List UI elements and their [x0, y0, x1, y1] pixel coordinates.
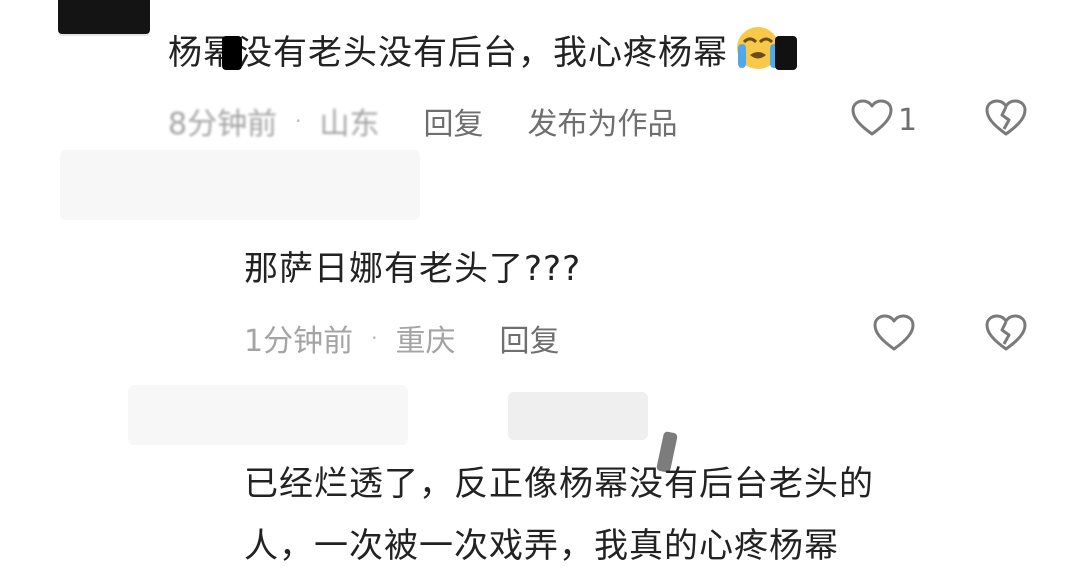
- redaction-mark: [222, 36, 242, 70]
- comment-text: 已经烂透了，反正像杨幂没有后台老头的: [244, 462, 874, 508]
- comment-time: 1分钟前: [244, 324, 354, 359]
- comment-3-line-2: 人，一次被一次戏弄，我真的心疼杨幂: [244, 526, 839, 566]
- publish-as-work-button[interactable]: 发布为作品: [527, 99, 677, 143]
- avatar[interactable]: [58, 0, 150, 34]
- broken-heart-icon: [984, 98, 1028, 142]
- comment-3-line-1: 已经烂透了，反正像杨幂没有后台老头的: [244, 464, 874, 504]
- comment-1-meta: 8分钟前 · 山东 回复 发布为作品: [168, 99, 677, 143]
- background-artifact: [128, 385, 408, 445]
- comment-location: 重庆: [395, 324, 456, 359]
- comment-2-meta: 1分钟前 · 重庆 回复: [244, 316, 559, 360]
- reply-button[interactable]: 回复: [423, 99, 483, 143]
- heart-icon: [850, 98, 894, 142]
- background-artifact: [60, 150, 420, 220]
- like-count: 1: [898, 102, 918, 138]
- like-button[interactable]: 1: [850, 98, 917, 142]
- dislike-button[interactable]: [984, 98, 1028, 142]
- separator: ·: [295, 109, 302, 133]
- heart-icon: [872, 313, 916, 357]
- like-button[interactable]: [872, 313, 916, 357]
- comment-text: 杨幂没有老头没有后台，我心疼杨幂: [168, 24, 786, 85]
- separator: ·: [371, 326, 378, 350]
- redaction-mark: [775, 36, 797, 70]
- comment-text: 人，一次被一次戏弄，我真的心疼杨幂: [244, 524, 839, 570]
- comment-time: 8分钟前: [168, 107, 278, 142]
- comment-2-text: 那萨日娜有老头了???: [244, 249, 582, 289]
- dislike-button[interactable]: [984, 313, 1028, 357]
- comment-1-text: 杨幂没有老头没有后台，我心疼杨幂: [168, 32, 728, 73]
- comment-location: 山东: [319, 107, 380, 142]
- broken-heart-icon: [984, 313, 1028, 357]
- comment-text: 那萨日娜有老头了???: [244, 247, 581, 293]
- reply-button[interactable]: 回复: [499, 316, 559, 360]
- background-artifact: [508, 392, 648, 440]
